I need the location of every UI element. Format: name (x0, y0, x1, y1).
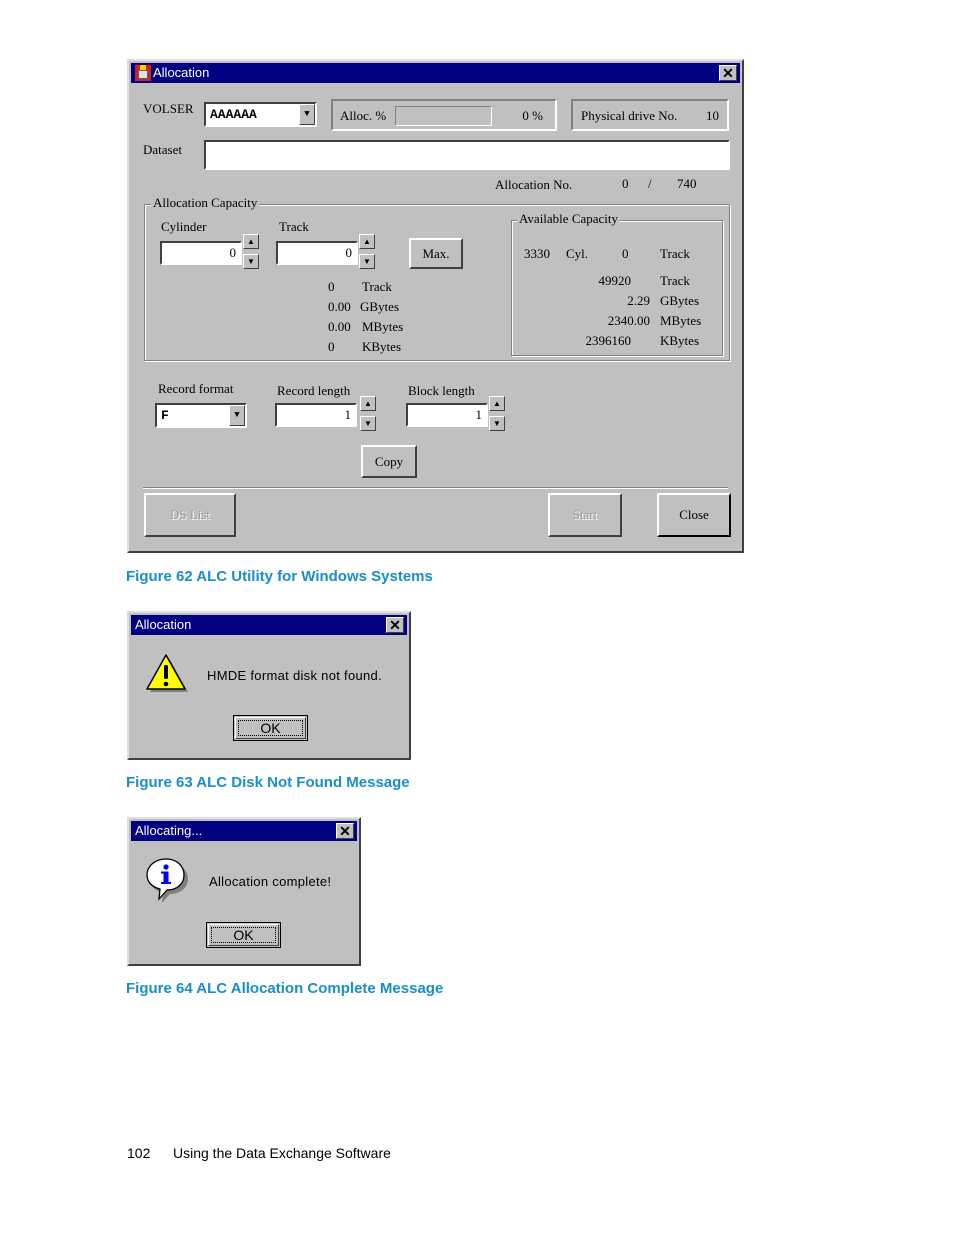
ok-button[interactable]: OK (206, 922, 281, 948)
alloc-row-value: 0.00 (328, 319, 351, 334)
available-row-unit: GBytes (660, 293, 699, 308)
allocation-no-current: 0 (622, 176, 629, 191)
alloc-progress-bar (395, 106, 492, 126)
record-format-value: F (161, 408, 169, 423)
track-value: 0 (345, 245, 353, 260)
record-length-value: 1 (344, 407, 352, 422)
available-row-value: 49920 (598, 273, 632, 288)
app-icon (135, 65, 151, 81)
available-track-unit: Track (660, 246, 690, 261)
title-bar: Allocation ✕ (131, 63, 740, 83)
dialog-message: Allocation complete! (209, 874, 332, 889)
allocation-capacity-title: Allocation Capacity (151, 195, 260, 211)
available-cyl-value: 3330 (524, 246, 550, 261)
cylinder-input[interactable]: 0 (160, 241, 242, 265)
alloc-row-value: 0.00 (328, 299, 351, 314)
track-up-button[interactable]: ▲ (359, 234, 375, 249)
ok-button[interactable]: OK (233, 715, 308, 741)
chevron-down-icon[interactable]: ▼ (299, 104, 315, 125)
figure-63-caption: Figure 63 ALC Disk Not Found Message (126, 774, 410, 791)
ds-list-button[interactable]: DS List (144, 493, 236, 537)
cylinder-value: 0 (229, 245, 237, 260)
track-down-button[interactable]: ▼ (359, 254, 375, 269)
record-format-label: Record format (158, 381, 234, 396)
figure-64-caption: Figure 64 ALC Allocation Complete Messag… (126, 980, 444, 997)
cylinder-label: Cylinder (161, 219, 207, 234)
available-row-unit: Track (660, 273, 690, 288)
window-title: Allocation (135, 617, 192, 632)
disk-not-found-dialog: Allocation ✕ HMDE format disk not found.… (127, 611, 411, 760)
info-icon (146, 858, 188, 903)
alloc-percent-label: Alloc. % (340, 108, 387, 123)
window-title: Allocating... (135, 823, 203, 838)
available-row-value: 2340.00 (607, 313, 650, 328)
available-row-unit: KBytes (660, 333, 699, 348)
block-length-value: 1 (475, 407, 483, 422)
title-bar: Allocating... ✕ (131, 821, 357, 841)
figure-62-caption: Figure 62 ALC Utility for Windows System… (126, 568, 433, 585)
allocation-capacity-group: Allocation Capacity Cylinder 0 ▲ ▼ Track… (144, 195, 730, 361)
dataset-label: Dataset (143, 142, 182, 157)
alloc-row-unit: KBytes (362, 339, 401, 354)
alloc-percent-panel: Alloc. % 0 % (331, 99, 557, 131)
available-row-unit: MBytes (660, 313, 702, 328)
volser-value: AAAAAA (210, 107, 257, 122)
available-capacity-title: Available Capacity (517, 211, 621, 227)
max-button[interactable]: Max. (409, 238, 463, 269)
record-length-up-button[interactable]: ▲ (360, 396, 376, 411)
track-input[interactable]: 0 (276, 241, 358, 265)
available-capacity-group: Available Capacity 3330 Cyl. 0 Track 499… (511, 211, 723, 356)
alloc-percent-value: 0 % (522, 108, 543, 123)
allocation-complete-dialog: Allocating... ✕ Allocation complete! OK (127, 817, 361, 966)
alloc-row-unit: Track (362, 279, 392, 294)
section-title: Using the Data Exchange Software (173, 1145, 391, 1161)
separator (143, 487, 728, 489)
block-length-up-button[interactable]: ▲ (489, 396, 505, 411)
block-length-down-button[interactable]: ▼ (489, 416, 505, 431)
cylinder-up-button[interactable]: ▲ (243, 234, 259, 249)
close-icon[interactable]: ✕ (336, 823, 354, 839)
allocation-no-separator: / (648, 176, 652, 191)
warning-icon (146, 654, 188, 692)
dialog-message: HMDE format disk not found. (207, 668, 382, 683)
alloc-row-value: 0 (328, 279, 335, 294)
cylinder-down-button[interactable]: ▼ (243, 254, 259, 269)
block-length-input[interactable]: 1 (406, 403, 488, 427)
allocation-no-total: 740 (677, 176, 697, 191)
allocation-no-label: Allocation No. (495, 177, 573, 192)
window-title: Allocation (153, 65, 210, 80)
record-length-down-button[interactable]: ▼ (360, 416, 376, 431)
available-cyl-unit: Cyl. (566, 246, 589, 261)
title-bar: Allocation ✕ (131, 615, 407, 635)
physical-drive-label: Physical drive No. (581, 108, 678, 123)
copy-button[interactable]: Copy (361, 445, 417, 478)
available-track-value: 0 (622, 246, 629, 261)
close-icon[interactable]: ✕ (386, 617, 404, 633)
record-length-label: Record length (277, 383, 351, 398)
record-length-input[interactable]: 1 (275, 403, 357, 427)
start-button[interactable]: Start (548, 493, 622, 537)
alloc-row-unit: MBytes (362, 319, 404, 334)
close-icon[interactable]: ✕ (719, 65, 737, 81)
physical-drive-panel: Physical drive No. 10 (571, 99, 729, 131)
volser-select[interactable]: AAAAAA ▼ (204, 102, 317, 127)
available-row-value: 2396160 (585, 333, 632, 348)
available-row-value: 2.29 (627, 293, 650, 308)
allocation-window: Allocation ✕ VOLSER AAAAAA ▼ Alloc. % 0 … (127, 59, 744, 553)
chevron-down-icon[interactable]: ▼ (229, 405, 245, 426)
alloc-row-unit: GBytes (360, 299, 399, 314)
physical-drive-value: 10 (706, 108, 719, 123)
track-label: Track (279, 219, 309, 234)
volser-label: VOLSER (143, 101, 194, 116)
close-button[interactable]: Close (657, 493, 731, 537)
dataset-input[interactable] (204, 140, 730, 170)
record-format-select[interactable]: F ▼ (155, 403, 247, 428)
alloc-row-value: 0 (328, 339, 335, 354)
block-length-label: Block length (408, 383, 475, 398)
page-number: 102 (127, 1145, 151, 1161)
